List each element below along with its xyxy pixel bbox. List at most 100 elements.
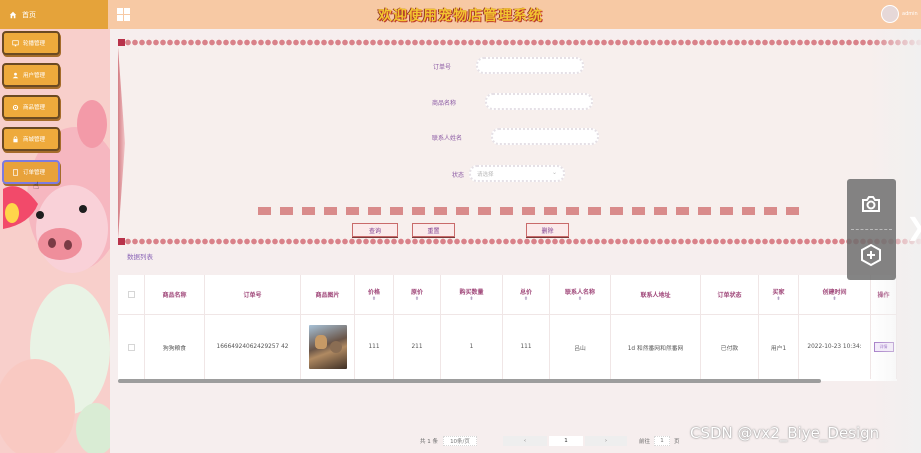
contact-name-input[interactable] [491,128,599,145]
cell-order-status: 已付款 [701,315,759,379]
goto-page-input[interactable]: 1 [654,436,671,446]
border-corner [118,238,125,245]
header-buyer-label: 买家 [772,289,785,296]
sidebar-item-label: 订单管理 [23,170,46,176]
toolbar-separator [851,229,892,230]
contact-name-label: 联系人姓名 [432,135,463,142]
order-no-input[interactable] [476,57,584,74]
header-quantity-label: 购买数量 [459,289,484,296]
cell-order-no: 16664924062429257 42 [205,315,301,379]
product-name-input[interactable] [485,93,593,110]
pointer-cursor-icon: ☝ [33,181,40,192]
goto-label: 前往 [639,439,651,445]
select-all-cell [118,275,145,314]
search-panel: 订单号 商品名称 联系人姓名 状态 请选择 ⌄ 查询 重置 删除 [118,39,921,247]
header-created-time[interactable]: 创建时间 ⬍ [799,275,871,314]
sidebar-item-carousel[interactable]: 轮播管理 [2,31,60,55]
data-list-label: 数据列表 [127,253,153,261]
chevron-right-icon[interactable]: ❯ [906,213,921,241]
avatar[interactable] [881,5,899,23]
header-contact-address[interactable]: 联系人地址 [611,275,701,314]
border-corner [118,39,125,46]
reset-button[interactable]: 重置 [412,223,455,237]
status-select-value: 请选择 [477,172,494,178]
scallop-border-top [118,39,921,46]
header-contact-name-label: 联系人名称 [564,289,595,296]
document-icon [13,168,18,176]
product-image[interactable] [308,325,347,369]
user-icon [12,72,19,78]
sort-icon[interactable]: ⬍ [524,296,528,302]
cell-original-price: 211 [394,315,441,379]
header-contact-name[interactable]: 联系人名称 ⬍ [550,275,611,314]
prev-page-button[interactable]: ‹ [503,436,547,446]
sidebar: 轮播管理 用户管理 商品管理 商城管理 订单管理 [0,29,110,453]
row-select-cell [118,315,145,379]
top-bar: 首页 欢迎使用宠物店管理系统 admin [0,0,921,29]
cell-product-image [301,315,355,379]
header-order-no[interactable]: 订单号 [205,275,301,314]
cell-created-time: 2022-10-23 10:34: [799,315,871,379]
table-header-row: 商品名称 订单号 商品图片 价格 ⬍ 原价 ⬍ 购买数量 ⬍ 总价 ⬍ 联系人名称 ⬍ 联… [118,275,897,315]
cell-contact-address: 1d 和然番网和然番网 [611,315,701,379]
header-buyer[interactable]: 买家 ⬍ [759,275,799,314]
sort-icon[interactable]: ⬍ [776,296,780,302]
header-total[interactable]: 总价 ⬍ [503,275,550,314]
sidebar-item-label: 商城管理 [23,137,46,143]
sidebar-item-label: 商品管理 [23,105,46,111]
cell-buyer: 用户1 [759,315,799,379]
add-layer-icon[interactable] [859,243,883,267]
pig-illustration [0,100,110,453]
header-created-time-label: 创建时间 [822,289,847,296]
cell-product-name: 狗狗粮食 [145,315,205,379]
header-product-image: 商品图片 [301,275,355,314]
header-price[interactable]: 价格 ⬍ [355,275,394,314]
scallop-border-bottom [118,238,921,245]
watermark: CSDN @vx2_Biye_Design [690,424,880,442]
cell-quantity: 1 [441,315,503,379]
header-order-status[interactable]: 订单状态 [701,275,759,314]
pagination: 共 1 条 10条/页 ‹ 1 › 前往 1 页 [420,436,680,446]
sidebar-item-orders[interactable]: 订单管理 [2,160,60,184]
sort-icon[interactable]: ⬍ [578,296,582,302]
user-menu[interactable]: admin [881,5,918,23]
header-quantity[interactable]: 购买数量 ⬍ [441,275,503,314]
sort-icon[interactable]: ⬍ [372,296,376,302]
horizontal-scrollbar[interactable] [118,379,821,383]
header-price-label: 价格 [367,289,380,296]
sidebar-item-users[interactable]: 用户管理 [2,63,60,87]
status-select[interactable]: 请选择 ⌄ [469,165,565,182]
monitor-icon [12,39,19,46]
header-original-price[interactable]: 原价 ⬍ [394,275,441,314]
page-title: 欢迎使用宠物店管理系统 [378,8,543,24]
dashed-divider [258,207,806,215]
header-total-label: 总价 [519,289,532,296]
page-suffix: 页 [674,439,680,445]
order-no-label: 订单号 [433,64,452,71]
header-original-price-label: 原价 [410,289,423,296]
sidebar-item-products[interactable]: 商品管理 [2,95,60,119]
camera-icon[interactable] [859,192,883,216]
cell-price: 111 [355,315,394,379]
panel-side-decoration [118,47,125,239]
header-product-name[interactable]: 商品名称 [145,275,205,314]
select-all-checkbox[interactable] [127,291,135,298]
query-button[interactable]: 查询 [352,223,398,237]
main-content: 订单号 商品名称 联系人姓名 状态 请选择 ⌄ 查询 重置 删除 数据列表 商品… [110,29,921,453]
sidebar-item-mall[interactable]: 商城管理 [2,127,60,151]
current-page[interactable]: 1 [549,436,583,446]
sidebar-item-label: 用户管理 [23,73,46,79]
floating-toolbar [847,179,896,280]
sort-icon[interactable]: ⬍ [832,296,836,302]
sort-icon[interactable]: ⬍ [415,296,419,302]
delete-button[interactable]: 删除 [526,223,569,237]
page-size-select[interactable]: 10条/页 [443,436,477,446]
cell-total: 111 [503,315,550,379]
sort-icon[interactable]: ⬍ [469,296,473,302]
next-page-button[interactable]: › [585,436,627,446]
status-label: 状态 [452,172,465,179]
chevron-down-icon: ⌄ [551,169,557,176]
table-row[interactable]: 狗狗粮食 16664924062429257 42 111 211 1 111 … [118,315,897,379]
row-checkbox[interactable] [127,343,135,351]
pagination-total: 共 1 条 [420,439,438,445]
